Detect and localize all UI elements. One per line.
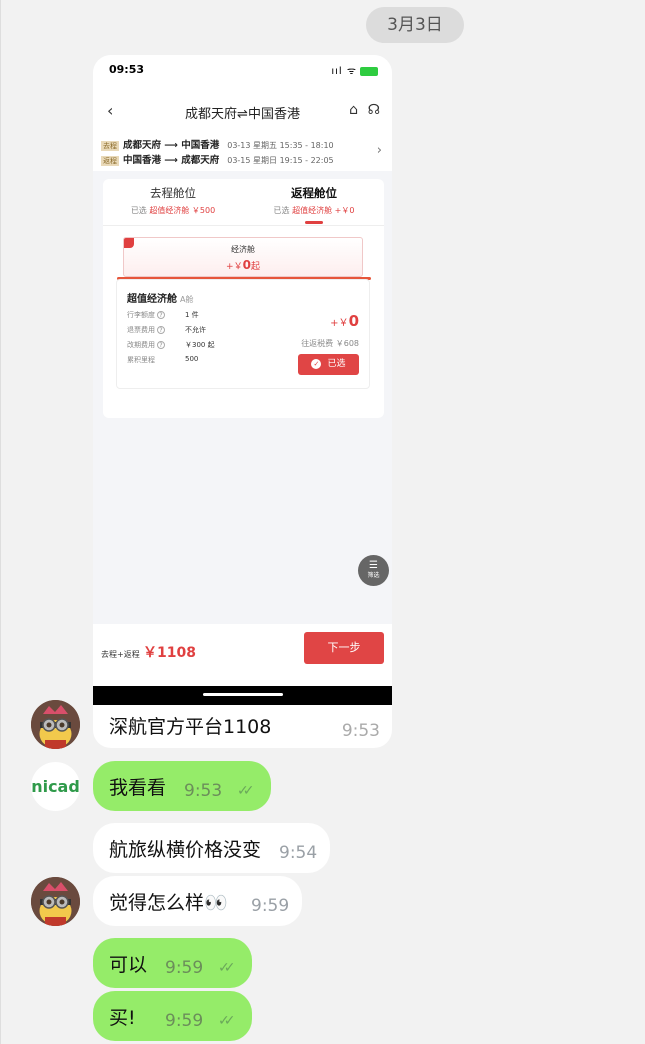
question-icon: ? — [157, 311, 165, 319]
status-bar: 09:53 ııl ᯤ — [93, 55, 392, 89]
route-name: 中国香港 ⟶ 成都天府 — [123, 155, 220, 166]
battery-icon — [360, 66, 378, 76]
signal-wifi-icon: ııl ᯤ — [331, 63, 378, 77]
message-time: 9:53 — [341, 721, 380, 741]
message-time: 9:59 — [251, 896, 290, 916]
avatar[interactable]: nicad — [31, 762, 80, 811]
total-label: 去程+返程 — [101, 650, 140, 659]
home-icon: ⌂ — [349, 102, 358, 118]
image-message[interactable]: 09:53 ııl ᯤ ‹ 成都天府⇌中国香港 ⌂ ☊ 去程 成都天府 ⟶ 中国香… — [93, 55, 392, 748]
fare-tax: 往返税费 ￥608 — [301, 339, 359, 348]
route-tag: 返程 — [101, 155, 119, 166]
read-ticks-icon: ✓✓ — [218, 1013, 236, 1029]
home-indicator-bar — [93, 686, 392, 705]
route-tag: 去程 — [101, 140, 119, 151]
route-title: 成都天府⇌中国香港 — [185, 107, 300, 122]
tab-title: 去程舱位 — [150, 186, 196, 200]
status-time: 09:53 — [109, 63, 145, 76]
message-time: 9:53 — [184, 781, 223, 801]
fare-price: +￥0 — [330, 312, 359, 330]
avatar[interactable] — [31, 700, 80, 749]
filter-fab: ☰ 筛选 — [358, 555, 389, 586]
route-meta: 03-13 星期五 15:35 - 18:10 — [227, 141, 334, 150]
cabin-price: +￥0起 — [226, 258, 260, 272]
message-bubble[interactable]: 可以 9:59 ✓✓ — [93, 938, 252, 988]
nicad-logo: nicad — [31, 777, 80, 796]
tab-title: 返程舱位 — [291, 186, 337, 200]
message-bubble[interactable]: 买! 9:59 ✓✓ — [93, 991, 252, 1041]
message-text: 可以 — [109, 954, 148, 976]
fare-row: 行李额度? 1 件 — [127, 311, 199, 319]
route-row: 返程 中国香港 ⟶ 成都天府 03-15 星期日 19:15 - 22:05 — [101, 152, 334, 166]
tab-outbound-cabin: 去程舱位 已选 超值经济舱 ￥500 — [103, 185, 243, 216]
question-icon: ? — [157, 341, 165, 349]
cabin-badge-icon — [124, 238, 134, 248]
date-separator: 3月3日 — [366, 7, 464, 43]
total-price: ￥1108 — [143, 645, 196, 661]
minion-avatar-icon — [31, 700, 80, 749]
message-text: 航旅纵横价格没变 — [109, 839, 262, 861]
message-time: 9:59 — [165, 958, 204, 978]
fare-row: 退票费用? 不允许 — [127, 326, 206, 334]
route-summary: 去程 成都天府 ⟶ 中国香港 03-13 星期五 15:35 - 18:10 返程中… — [93, 133, 392, 171]
check-icon: ✓ — [311, 359, 322, 369]
checkout-bar: 去程+返程 ￥1108 下一步 — [93, 624, 392, 686]
read-ticks-icon: ✓✓ — [218, 960, 236, 976]
fare-row: 累积里程 500 — [127, 355, 199, 364]
message-bubble[interactable]: 觉得怎么样👀 9:59 — [93, 876, 302, 926]
tab-selection: 已选 超值经济舱 +￥0 — [273, 206, 355, 215]
fare-card: 超值经济舱 A舱 行李额度? 1 件 退票费用? 不允许 改期费用? ￥300 起 累积… — [116, 279, 370, 389]
message-bubble[interactable]: 航旅纵横价格没变 9:54 — [93, 823, 330, 873]
next-step-button: 下一步 — [304, 632, 384, 664]
chevron-right-icon: › — [376, 143, 382, 158]
selected-button: ✓ 已选 — [298, 354, 359, 375]
route-meta: 03-15 星期日 19:15 - 22:05 — [227, 156, 334, 165]
fare-title: 超值经济舱 A舱 — [127, 294, 194, 305]
route-name: 成都天府 ⟶ 中国香港 — [123, 140, 220, 151]
minion-avatar-icon — [31, 877, 80, 926]
tab-selection: 已选 超值经济舱 ￥500 — [130, 206, 216, 215]
message-text: 深航官方平台1108 — [109, 716, 272, 738]
read-ticks-icon: ✓✓ — [237, 783, 255, 799]
message-time: 9:59 — [165, 1011, 204, 1031]
message-bubble[interactable]: 我看看 9:53 ✓✓ — [93, 761, 271, 811]
nav-bar: ‹ 成都天府⇌中国香港 ⌂ ☊ — [93, 89, 392, 133]
message-text: 买! — [109, 1007, 136, 1029]
question-icon: ? — [157, 326, 165, 334]
cabin-class-card: 经济舱 +￥0起 — [123, 237, 363, 277]
active-tab-indicator — [305, 221, 323, 224]
cabin-name: 经济舱 — [231, 245, 255, 254]
headset-icon: ☊ — [367, 102, 380, 118]
flight-booking-screenshot: 09:53 ııl ᯤ ‹ 成都天府⇌中国香港 ⌂ ☊ 去程 成都天府 ⟶ 中国香… — [93, 55, 392, 705]
home-indicator — [203, 693, 283, 696]
avatar[interactable] — [31, 877, 80, 926]
message-time: 9:54 — [279, 843, 318, 863]
message-text: 觉得怎么样👀 — [109, 892, 228, 914]
menu-icon: ☰ — [369, 560, 378, 571]
message-text: 我看看 — [109, 777, 167, 799]
tab-return-cabin: 返程舱位 已选 超值经济舱 +￥0 — [244, 185, 384, 216]
fare-row: 改期费用? ￥300 起 — [127, 341, 215, 349]
route-row: 去程 成都天府 ⟶ 中国香港 03-13 星期五 15:35 - 18:10 — [101, 137, 334, 151]
chat-pane: 3月3日 09:53 ııl ᯤ ‹ 成都天府⇌中国香港 ⌂ ☊ 去程 成都天府… — [0, 0, 645, 1044]
cabin-panel: 去程舱位 已选 超值经济舱 ￥500 返程舱位 已选 超值经济舱 +￥0 经济舱… — [103, 179, 384, 418]
divider — [103, 225, 384, 226]
